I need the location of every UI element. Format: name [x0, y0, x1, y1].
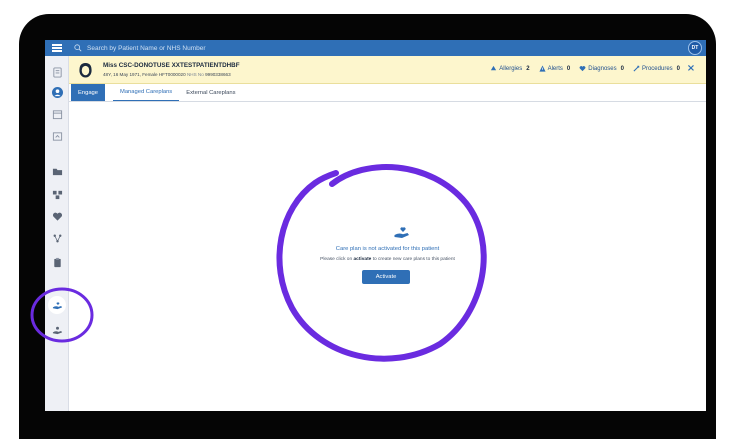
alerts-label: Alerts [547, 65, 563, 72]
procedure-syringe-icon [633, 65, 640, 72]
empty-state-description: Please click on activate to create new c… [69, 257, 706, 262]
document-icon[interactable] [51, 66, 63, 78]
allergies-label: Allergies [499, 65, 523, 72]
nhs-number: 9990338663 [205, 72, 231, 77]
patient-stats: Allergies 2 Alerts 0 Diagnoses 0 Procedu… [481, 65, 680, 72]
patient-demographics: 48Y, 16 May 1971, Female HFT0000020 NHS … [103, 72, 231, 77]
empty-desc-prefix: Please click on [320, 257, 353, 262]
patient-demographics-text: 48Y, 16 May 1971, Female HFT0000020 [103, 72, 186, 77]
procedures-count: 0 [676, 65, 680, 72]
menu-icon[interactable] [45, 40, 69, 56]
empty-desc-keyword: activate [353, 257, 372, 262]
top-bar: DT [69, 40, 706, 56]
note-icon[interactable] [51, 130, 63, 142]
sidebar [45, 40, 69, 411]
pathway-icon[interactable] [51, 188, 63, 200]
close-icon[interactable]: × [686, 63, 696, 75]
patient-avatar-icon [77, 61, 93, 79]
diagnosis-heart-icon [579, 66, 586, 72]
procedures-label: Procedures [641, 65, 673, 72]
careplan-empty-state: Care plan is not activated for this pati… [69, 102, 706, 411]
heart-icon[interactable] [51, 210, 63, 222]
tab-external-careplans[interactable]: External Careplans [179, 84, 242, 101]
diagnoses-stat[interactable]: Diagnoses 0 [579, 65, 624, 72]
alerts-stat[interactable]: Alerts 0 [539, 65, 571, 72]
nhs-label: NHS No [186, 72, 204, 77]
folder-icon[interactable] [51, 165, 63, 177]
diagnoses-label: Diagnoses [588, 65, 617, 72]
allergies-count: 2 [526, 65, 530, 72]
tab-bar: Engage Managed Careplans External Carepl… [69, 84, 706, 102]
tab-engage[interactable]: Engage [71, 84, 105, 101]
tab-managed-careplans[interactable]: Managed Careplans [113, 84, 180, 101]
careplan-hand-heart-icon [394, 224, 410, 238]
empty-state-title: Care plan is not activated for this pati… [335, 246, 440, 252]
hand-icon[interactable] [51, 324, 63, 336]
procedures-stat[interactable]: Procedures 0 [633, 65, 680, 72]
empty-desc-suffix: to create new care plans to this patient [372, 257, 455, 262]
alerts-count: 0 [566, 65, 571, 72]
search-icon [74, 43, 84, 53]
user-avatar[interactable]: DT [688, 41, 702, 55]
allergies-stat[interactable]: Allergies 2 [490, 65, 530, 72]
patient-icon[interactable] [51, 86, 63, 98]
search-input[interactable] [87, 44, 387, 52]
diagram-icon[interactable] [51, 232, 63, 244]
activate-button[interactable]: Activate [362, 270, 410, 284]
calendar-icon[interactable] [51, 108, 63, 120]
alert-icon [539, 65, 546, 72]
patient-name: Miss CSC-DONOTUSE XXTESTPATIENTDHBF [103, 62, 240, 69]
patient-banner: Miss CSC-DONOTUSE XXTESTPATIENTDHBF 48Y,… [69, 56, 706, 84]
diagnoses-count: 0 [620, 65, 624, 72]
clipboard-icon[interactable] [51, 256, 63, 268]
careplan-icon[interactable] [48, 296, 66, 314]
app-screen: DT Miss CSC-DONOTUSE XXTESTPATIENTDHBF 4… [45, 40, 706, 411]
allergy-icon [491, 65, 497, 71]
